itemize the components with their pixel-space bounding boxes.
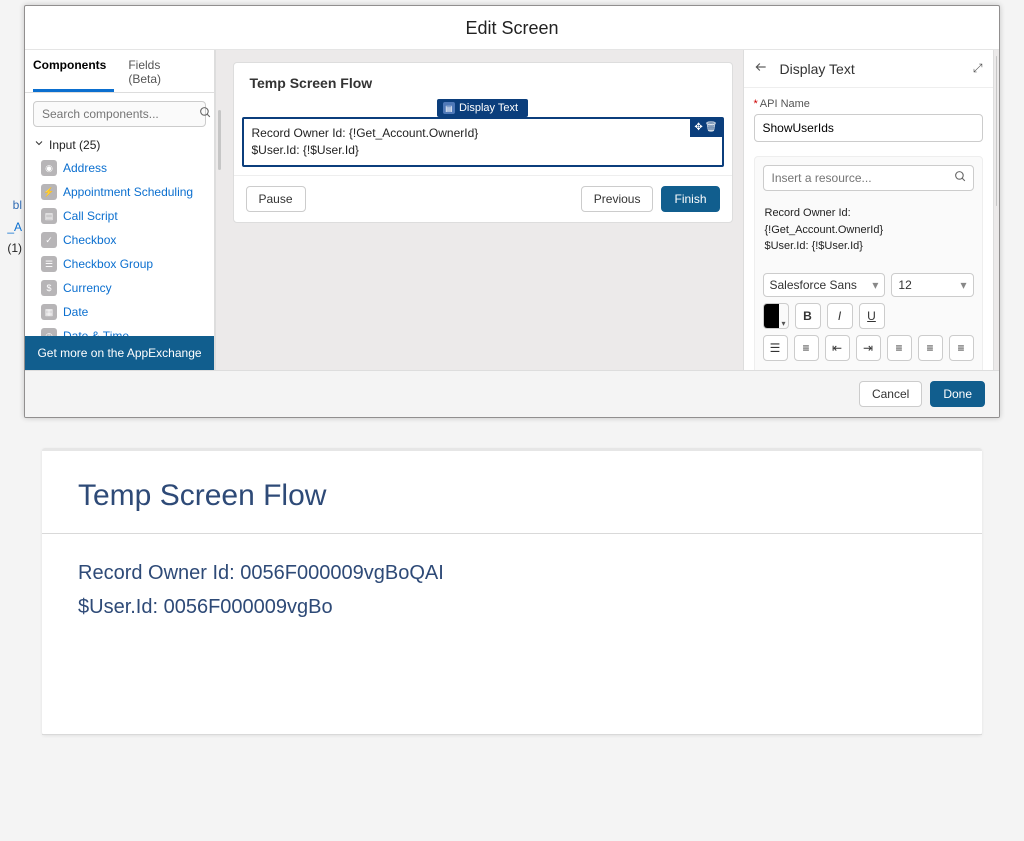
canvas-panel: Temp Screen Flow ▤ Display Text ✥ 🗑 Reco… [223,50,743,370]
component-item[interactable]: ◉Address [25,156,214,180]
cancel-button[interactable]: Cancel [859,381,922,407]
runtime-body: Record Owner Id: 0056F000009vgBoQAI $Use… [42,534,982,734]
block-line: $User.Id: {!$User.Id} [252,142,714,159]
display-text-chip[interactable]: ▤ Display Text [437,99,528,117]
component-item[interactable]: ◷Date & Time [25,324,214,336]
pin-icon: ◉ [41,160,57,176]
italic-button[interactable]: I [827,303,853,329]
component-list: ◉Address ⚡Appointment Scheduling ▤Call S… [25,156,214,336]
currency-icon: $ [41,280,57,296]
previous-button[interactable]: Previous [581,186,654,212]
resource-search-input[interactable] [770,170,954,186]
component-search[interactable] [33,101,206,127]
screen-title: Temp Screen Flow [234,63,732,103]
align-left-button[interactable]: ≡ [887,335,912,361]
edit-screen-modal: Edit Screen Components Fields (Beta) [24,5,1000,418]
runtime-line: Record Owner Id: 0056F000009vgBoQAI [78,556,946,590]
right-scrollbar[interactable] [993,50,1000,370]
font-family-select[interactable]: Salesforce Sans ▾ [763,273,886,297]
left-scrollbar[interactable] [215,50,223,370]
background-cutoff-text: bl _A (1) [0,195,24,260]
bullet-list-button[interactable]: ☰ [763,335,788,361]
runtime-screen-card: Temp Screen Flow Record Owner Id: 0056F0… [42,448,982,735]
runtime-line: $User.Id: 0056F000009vgBo [78,590,946,624]
align-center-button[interactable]: ≡ [918,335,943,361]
component-item[interactable]: $Currency [25,276,214,300]
runtime-title: Temp Screen Flow [42,451,982,533]
chevron-down-icon [33,137,45,152]
back-icon[interactable] [754,60,768,77]
expand-icon[interactable]: ⤢ [973,61,983,76]
font-size-select[interactable]: 12 ▾ [891,273,973,297]
font-color-swatch[interactable]: ▾ [763,303,789,329]
component-item[interactable]: ▤Call Script [25,204,214,228]
search-icon [199,106,212,122]
delete-icon[interactable]: 🗑 [705,121,718,135]
display-text-icon: ▤ [443,102,455,114]
move-icon[interactable]: ✥ [694,121,702,135]
bold-button[interactable]: B [795,303,821,329]
divider [42,734,982,735]
modal-title: Edit Screen [25,6,999,50]
numbered-list-button[interactable]: ≡ [794,335,819,361]
component-item[interactable]: ✓Checkbox [25,228,214,252]
outdent-button[interactable]: ⇤ [825,335,850,361]
component-item[interactable]: ⚡Appointment Scheduling [25,180,214,204]
align-right-button[interactable]: ≡ [949,335,974,361]
block-toolbar: ✥ 🗑 [690,119,721,137]
tab-components[interactable]: Components [33,50,114,92]
rich-text-preview[interactable]: Record Owner Id: {!Get_Account.OwnerId} … [763,201,974,259]
display-text-block[interactable]: ✥ 🗑 Record Owner Id: {!Get_Account.Owner… [242,117,724,167]
script-icon: ▤ [41,208,57,224]
checkbox-icon: ✓ [41,232,57,248]
done-button[interactable]: Done [930,381,985,407]
caret-down-icon: ▾ [872,278,878,292]
tab-fields[interactable]: Fields (Beta) [128,50,192,92]
components-panel: Components Fields (Beta) Input (2 [25,50,215,370]
finish-button[interactable]: Finish [661,186,719,212]
underline-button[interactable]: U [859,303,885,329]
caret-down-icon: ▾ [960,278,966,292]
api-name-input[interactable] [754,114,983,142]
checkbox-group-icon: ☰ [41,256,57,272]
pause-button[interactable]: Pause [246,186,306,212]
date-icon: ▦ [41,304,57,320]
screen-preview-card: Temp Screen Flow ▤ Display Text ✥ 🗑 Reco… [233,62,733,223]
component-search-input[interactable] [40,106,199,122]
resource-search[interactable] [763,165,974,191]
indent-button[interactable]: ⇥ [856,335,881,361]
component-item[interactable]: ☰Checkbox Group [25,252,214,276]
component-item[interactable]: ▦Date [25,300,214,324]
appexchange-button[interactable]: Get more on the AppExchange [25,336,214,370]
bolt-icon: ⚡ [41,184,57,200]
properties-panel: Display Text ⤢ *API Name [743,50,993,370]
panel-heading: Display Text [780,61,855,77]
block-line: Record Owner Id: {!Get_Account.OwnerId} [252,125,714,142]
datetime-icon: ◷ [41,328,57,336]
api-name-label: *API Name [754,98,983,110]
search-icon [954,170,967,186]
section-input[interactable]: Input (25) [25,135,214,156]
section-label: Input (25) [49,138,100,152]
